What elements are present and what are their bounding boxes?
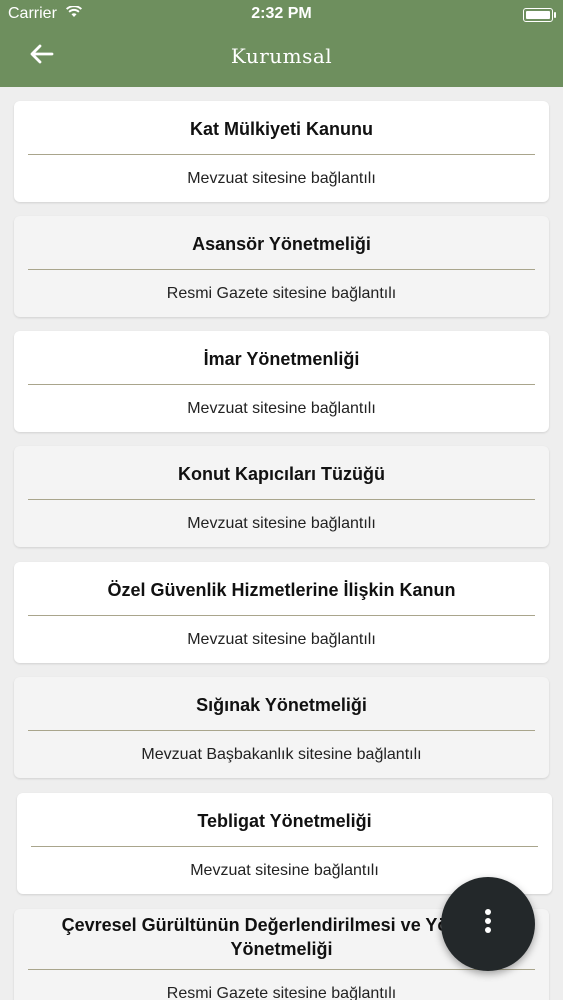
item-subtitle: Mevzuat sitesine bağlantılı: [187, 631, 376, 648]
item-title: Kat Mülkiyeti Kanunu: [189, 119, 373, 139]
page-title: Kurumsal: [230, 44, 333, 68]
divider: [28, 499, 535, 500]
more-vertical-icon: [441, 909, 535, 936]
item-title: Tebligat Yönetmeliği: [197, 811, 372, 831]
list-item[interactable]: Sığınak Yönetmeliği Mevzuat Başbakanlık …: [14, 677, 549, 778]
list-item[interactable]: Özel Güvenlik Hizmetlerine İlişkin Kanun…: [14, 562, 549, 663]
more-options-button[interactable]: [441, 877, 535, 971]
list-item[interactable]: Kat Mülkiyeti Kanunu Mevzuat sitesine ba…: [14, 101, 549, 202]
battery-icon: [523, 8, 556, 22]
divider: [28, 384, 535, 385]
divider: [28, 269, 535, 270]
item-title: Sığınak Yönetmeliği: [196, 695, 367, 715]
divider: [28, 615, 535, 616]
item-subtitle: Resmi Gazete sitesine bağlantılı: [166, 285, 397, 302]
item-subtitle: Mevzuat sitesine bağlantılı: [187, 400, 376, 417]
item-title: Konut Kapıcıları Tüzüğü: [178, 464, 385, 484]
nav-bar: Kurumsal: [0, 30, 563, 87]
divider: [31, 846, 538, 847]
item-title: İmar Yönetmenliği: [203, 349, 360, 369]
divider: [28, 730, 535, 731]
item-subtitle: Mevzuat Başbakanlık sitesine bağlantılı: [141, 746, 422, 763]
item-subtitle: Mevzuat sitesine bağlantılı: [187, 515, 376, 532]
item-subtitle: Resmi Gazete sitesine bağlantılı: [166, 985, 397, 1000]
list-item[interactable]: İmar Yönetmenliği Mevzuat sitesine bağla…: [14, 331, 549, 432]
list-item[interactable]: Konut Kapıcıları Tüzüğü Mevzuat sitesine…: [14, 446, 549, 547]
divider: [28, 969, 535, 970]
list-item[interactable]: Asansör Yönetmeliği Resmi Gazete sitesin…: [14, 216, 549, 317]
status-bar: Carrier 2:32 PM: [0, 0, 563, 30]
law-list: Kat Mülkiyeti Kanunu Mevzuat sitesine ba…: [0, 87, 563, 1000]
status-time: 2:32 PM: [251, 5, 312, 22]
item-subtitle: Mevzuat sitesine bağlantılı: [190, 862, 379, 879]
item-title: Asansör Yönetmeliği: [192, 234, 371, 254]
item-title: Özel Güvenlik Hizmetlerine İlişkin Kanun: [107, 580, 456, 600]
item-subtitle: Mevzuat sitesine bağlantılı: [187, 170, 376, 187]
divider: [28, 154, 535, 155]
